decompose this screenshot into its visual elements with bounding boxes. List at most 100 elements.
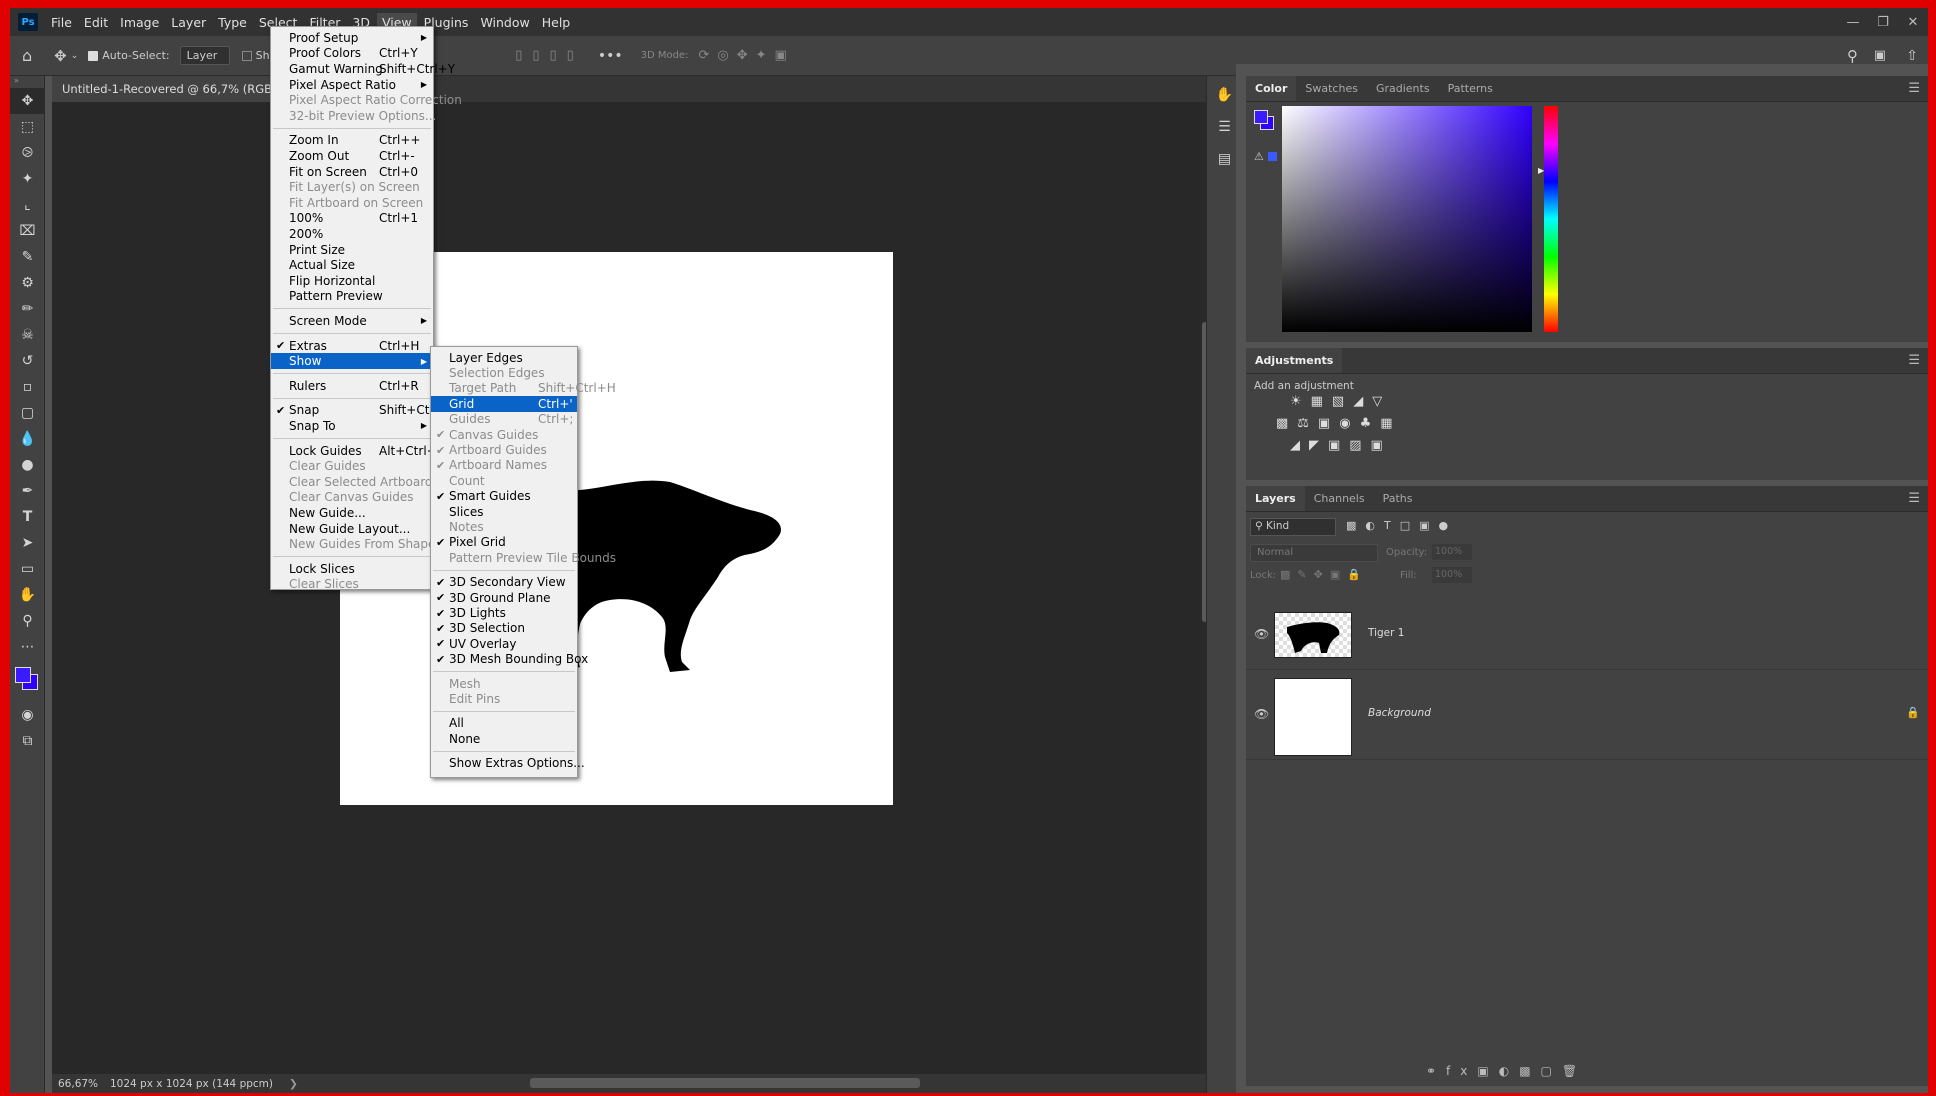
menu-file[interactable]: File — [46, 13, 77, 32]
path-select-tool[interactable]: ➤ — [10, 530, 45, 556]
color-field[interactable] — [1282, 106, 1532, 332]
dodge-tool[interactable]: ● — [10, 452, 45, 478]
horizontal-scrollbar[interactable] — [530, 1078, 920, 1088]
pen-tool[interactable]: ✒ — [10, 478, 45, 504]
quick-select-tool[interactable]: ✦ — [10, 166, 45, 192]
visibility-eye-icon[interactable]: 👁 — [1254, 707, 1269, 721]
layers-footer-icons[interactable]: ⚭fx▣◐▩▢🗑 — [1426, 1064, 1587, 1078]
fill-input[interactable]: 100% — [1432, 567, 1472, 583]
visibility-eye-icon[interactable]: 👁 — [1254, 627, 1269, 641]
menu-item-3d-ground-plane[interactable]: ✔ 3D Ground Plane — [431, 590, 577, 605]
tab-paths[interactable]: Paths — [1374, 486, 1422, 511]
menu-item-flip-horizontal[interactable]: Flip Horizontal — [271, 273, 433, 289]
layer-name[interactable]: Tiger 1 — [1368, 627, 1404, 639]
marquee-tool[interactable]: ⬚ — [10, 114, 45, 140]
autoselect-checkbox[interactable]: Auto-Select: — [88, 49, 170, 62]
workspace-icon[interactable]: ▣ — [1874, 48, 1886, 63]
layer-row[interactable]: 👁 Tiger 1 — [1246, 600, 1928, 670]
color-swatches[interactable] — [10, 660, 44, 702]
blur-tool[interactable]: 💧 — [10, 426, 45, 452]
menu-item-200[interactable]: 200% — [271, 226, 433, 242]
menu-item-screen-mode[interactable]: Screen Mode ▶ — [271, 313, 433, 329]
menu-item-100[interactable]: 100% Ctrl+1 — [271, 211, 433, 227]
menu-window[interactable]: Window — [475, 13, 534, 32]
gradient-tool[interactable]: ▢ — [10, 400, 45, 426]
move-tool-icon[interactable]: ✥ — [54, 47, 67, 65]
restore-icon[interactable]: ❐ — [1868, 8, 1898, 36]
rectangle-tool[interactable]: ▭ — [10, 556, 45, 582]
blend-mode-select[interactable]: Normal — [1250, 544, 1378, 562]
menu-item-show[interactable]: Show ▶ — [271, 353, 433, 369]
hand-tool[interactable]: ✋ — [10, 582, 45, 608]
lock-icon[interactable]: 🔒 — [1906, 706, 1920, 719]
healing-brush-tool[interactable]: ⚙ — [10, 270, 45, 296]
minimize-icon[interactable]: — — [1838, 8, 1868, 36]
screen-mode-icon[interactable]: ⧉ — [10, 728, 45, 754]
menu-item-extras[interactable]: ✔ Extras Ctrl+H — [271, 338, 433, 354]
close-icon[interactable]: ✕ — [1898, 8, 1928, 36]
menu-item-print-size[interactable]: Print Size — [271, 242, 433, 258]
layer-filter-icons[interactable]: ▩◐T□▣● — [1346, 519, 1457, 532]
tab-layers[interactable]: Layers — [1246, 486, 1305, 511]
collapse-icon[interactable]: » — [10, 76, 44, 88]
menu-item-snap[interactable]: ✔ Snap Shift+Ctrl+; — [271, 403, 452, 419]
align-icons[interactable]: ▯▯▯▯ — [515, 48, 584, 63]
foreground-color-swatch[interactable] — [15, 667, 31, 683]
lasso-tool[interactable]: ⧁ — [10, 140, 45, 166]
menu-edit[interactable]: Edit — [79, 13, 113, 32]
menu-item-fit-on-screen[interactable]: Fit on Screen Ctrl+0 — [271, 164, 433, 180]
tab-patterns[interactable]: Patterns — [1439, 76, 1502, 101]
autoselect-target-select[interactable]: Layer — [179, 46, 230, 65]
menu-item-uv-overlay[interactable]: ✔ UV Overlay — [431, 636, 577, 651]
fg-color-chip[interactable] — [1254, 110, 1268, 124]
lock-icons[interactable]: ▩✎✥▣🔒 — [1280, 568, 1368, 581]
layer-filter-kind[interactable]: ⚲ Kind — [1250, 518, 1336, 536]
menu-item-rulers[interactable]: Rulers Ctrl+R — [271, 378, 433, 394]
3d-mode-icons[interactable]: ⟳◎✥✦▣ — [698, 48, 794, 63]
eraser-tool[interactable]: ▫ — [10, 374, 45, 400]
menu-item-new-guide[interactable]: New Guide... — [271, 505, 433, 521]
menu-item-layer-edges[interactable]: Layer Edges — [431, 350, 577, 365]
panel-menu-icon[interactable]: ☰ — [1900, 76, 1928, 101]
type-tool[interactable]: T — [10, 504, 45, 530]
home-icon[interactable]: ⌂ — [22, 46, 32, 65]
menu-item-all[interactable]: All — [431, 716, 577, 731]
menu-item-actual-size[interactable]: Actual Size — [271, 257, 433, 273]
menu-item-pattern-preview[interactable]: Pattern Preview — [271, 289, 433, 305]
panel-menu-icon[interactable]: ☰ — [1900, 348, 1928, 373]
tab-gradients[interactable]: Gradients — [1367, 76, 1439, 101]
menu-item-gamut-warning[interactable]: Gamut Warning Shift+Ctrl+Y — [271, 61, 455, 77]
menu-item-snap-to[interactable]: Snap To ▶ — [271, 418, 433, 434]
menu-item-smart-guides[interactable]: ✔ Smart Guides — [431, 489, 577, 504]
tab-adjustments[interactable]: Adjustments — [1246, 348, 1343, 373]
quick-mask-icon[interactable]: ◉ — [10, 702, 45, 728]
move-tool[interactable]: ✥ — [10, 88, 45, 114]
menu-layer[interactable]: Layer — [166, 13, 211, 32]
layer-row[interactable]: 👁 Background 🔒 — [1246, 670, 1928, 760]
more-options-icon[interactable]: ••• — [598, 48, 623, 64]
tab-swatches[interactable]: Swatches — [1296, 76, 1367, 101]
menu-item-lock-guides[interactable]: Lock Guides Alt+Ctrl+; — [271, 443, 441, 459]
zoom-level[interactable]: 66,67% — [58, 1078, 106, 1090]
menu-item-new-guide-layout[interactable]: New Guide Layout... — [271, 521, 433, 537]
hue-slider[interactable] — [1544, 106, 1558, 332]
brush-tool[interactable]: ✏ — [10, 296, 45, 322]
menu-image[interactable]: Image — [115, 13, 164, 32]
hue-pointer-icon[interactable]: ▶ — [1538, 166, 1544, 175]
frame-tool[interactable]: ⌧ — [10, 218, 45, 244]
eyedropper-tool[interactable]: ✎ — [10, 244, 45, 270]
menu-item-zoom-out[interactable]: Zoom Out Ctrl+- — [271, 148, 433, 164]
menu-item-3d-secondary-view[interactable]: ✔ 3D Secondary View — [431, 575, 577, 590]
clone-stamp-tool[interactable]: ☠ — [10, 322, 45, 348]
share-icon[interactable]: ⇧ — [1906, 48, 1918, 64]
menu-type[interactable]: Type — [213, 13, 252, 32]
adjustment-icons-row2[interactable]: ▩⚖▣◉♣▦ — [1276, 416, 1402, 431]
crop-tool[interactable]: ⌞ — [10, 192, 45, 218]
websafe-chip[interactable] — [1268, 152, 1277, 161]
menu-help[interactable]: Help — [537, 13, 576, 32]
menu-item-lock-slices[interactable]: Lock Slices — [271, 561, 433, 577]
layer-name[interactable]: Background — [1368, 707, 1431, 719]
tab-channels[interactable]: Channels — [1305, 486, 1374, 511]
tab-color[interactable]: Color — [1246, 76, 1297, 101]
menu-item-grid[interactable]: Grid Ctrl+' — [431, 396, 577, 412]
